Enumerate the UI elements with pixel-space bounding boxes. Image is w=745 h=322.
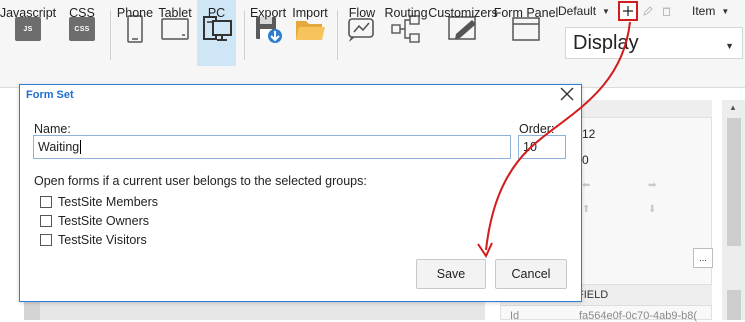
chevron-down-icon: ▼ bbox=[602, 6, 610, 16]
left-panel-scroll[interactable] bbox=[24, 300, 40, 320]
order-field[interactable]: 10 bbox=[518, 135, 566, 159]
routing-label: Routing bbox=[384, 6, 428, 20]
cancel-button[interactable]: Cancel bbox=[495, 259, 567, 289]
routing-button[interactable]: Routing bbox=[384, 0, 428, 66]
js-icon: JS bbox=[15, 17, 41, 41]
plus-icon bbox=[623, 6, 633, 16]
name-field-value: Waiting bbox=[38, 140, 80, 154]
flow-label: Flow bbox=[348, 6, 376, 20]
pc-label: PC bbox=[207, 6, 226, 20]
dialog-title: Form Set bbox=[26, 89, 74, 101]
name-label: Name: bbox=[34, 122, 71, 136]
form-set-dropdown-value: Default bbox=[558, 4, 597, 18]
scrollbar-thumb[interactable] bbox=[727, 290, 741, 320]
scroll-up-icon[interactable]: ▲ bbox=[729, 103, 737, 112]
add-form-set-button[interactable] bbox=[618, 1, 638, 21]
arrow-down-icon[interactable]: ⬇ bbox=[648, 204, 656, 215]
groups-prompt: Open forms if a current user belongs to … bbox=[34, 174, 367, 188]
save-button[interactable]: Save bbox=[416, 259, 486, 289]
id-value: fa564e0f-0c70-4ab9-b8( bbox=[579, 310, 698, 322]
view-select-value: Display bbox=[573, 31, 639, 54]
customizers-label: Customizers bbox=[428, 6, 498, 20]
phone-button[interactable]: Phone bbox=[116, 0, 154, 66]
flow-button[interactable]: Flow bbox=[344, 0, 380, 66]
group-label: TestSite Members bbox=[58, 195, 159, 209]
close-icon[interactable] bbox=[560, 87, 574, 104]
form-panel-button[interactable]: Form Panel bbox=[494, 0, 558, 66]
chevron-down-icon: ▼ bbox=[721, 6, 730, 16]
order-field-value: 10 bbox=[523, 140, 537, 154]
css-button[interactable]: CSS CSS bbox=[60, 0, 104, 66]
property-value[interactable]: 12 bbox=[582, 127, 595, 141]
import-button[interactable]: Import bbox=[290, 0, 330, 66]
item-dropdown-value: Item bbox=[692, 4, 716, 18]
form-set-dialog: Form Set Name: Waiting Order: 10 Open fo… bbox=[19, 84, 582, 302]
checkbox[interactable] bbox=[40, 234, 52, 246]
chevron-down-icon: ▼ bbox=[725, 41, 734, 51]
export-button[interactable]: Export bbox=[250, 0, 286, 66]
group-checkbox-row[interactable]: TestSite Members bbox=[40, 195, 158, 209]
css-label: CSS bbox=[69, 6, 95, 20]
ribbon-separator bbox=[244, 10, 245, 60]
tablet-icon bbox=[161, 18, 189, 40]
property-value[interactable]: 0 bbox=[582, 153, 589, 167]
group-label: TestSite Owners bbox=[58, 214, 150, 228]
arrow-up-icon[interactable]: ⬆ bbox=[582, 204, 590, 215]
name-field[interactable]: Waiting bbox=[33, 135, 511, 159]
browse-button[interactable]: ... bbox=[693, 248, 713, 268]
view-select[interactable]: Display ▼ bbox=[565, 27, 743, 59]
pencil-icon[interactable] bbox=[643, 6, 653, 19]
group-checkbox-row[interactable]: TestSite Visitors bbox=[40, 233, 147, 247]
group-checkbox-row[interactable]: TestSite Owners bbox=[40, 214, 149, 228]
css-icon: CSS bbox=[69, 17, 95, 41]
tablet-button[interactable]: Tablet bbox=[156, 0, 194, 66]
order-label: Order: bbox=[519, 122, 555, 136]
arrow-right-icon[interactable]: ➡ bbox=[648, 180, 656, 191]
scrollbar-thumb[interactable] bbox=[727, 118, 741, 246]
text-cursor bbox=[80, 140, 82, 154]
ribbon-separator bbox=[337, 10, 338, 60]
id-label: Id bbox=[510, 310, 520, 322]
canvas-footer bbox=[40, 302, 485, 320]
ribbon-separator bbox=[110, 10, 111, 60]
checkbox[interactable] bbox=[40, 215, 52, 227]
export-label: Export bbox=[249, 6, 287, 20]
item-dropdown[interactable]: Item ▼ bbox=[692, 4, 729, 18]
customizers-button[interactable]: Customizers bbox=[428, 0, 498, 66]
pc-button[interactable]: PC bbox=[197, 0, 236, 66]
javascript-button[interactable]: JS Javascript bbox=[0, 0, 56, 66]
javascript-label: Javascript bbox=[0, 6, 57, 20]
arrow-left-icon[interactable]: ⬅ bbox=[582, 180, 590, 191]
ribbon-toolbar: JS Javascript CSS CSS Phone Tablet PC Ex… bbox=[0, 0, 745, 88]
checkbox[interactable] bbox=[40, 196, 52, 208]
form-panel-label: Form Panel bbox=[493, 6, 559, 20]
tablet-label: Tablet bbox=[158, 6, 192, 20]
import-label: Import bbox=[292, 6, 328, 20]
form-set-dropdown[interactable]: Default ▼ bbox=[558, 4, 610, 18]
phone-label: Phone bbox=[116, 6, 154, 20]
trash-icon[interactable] bbox=[662, 6, 671, 19]
group-label: TestSite Visitors bbox=[58, 233, 147, 247]
